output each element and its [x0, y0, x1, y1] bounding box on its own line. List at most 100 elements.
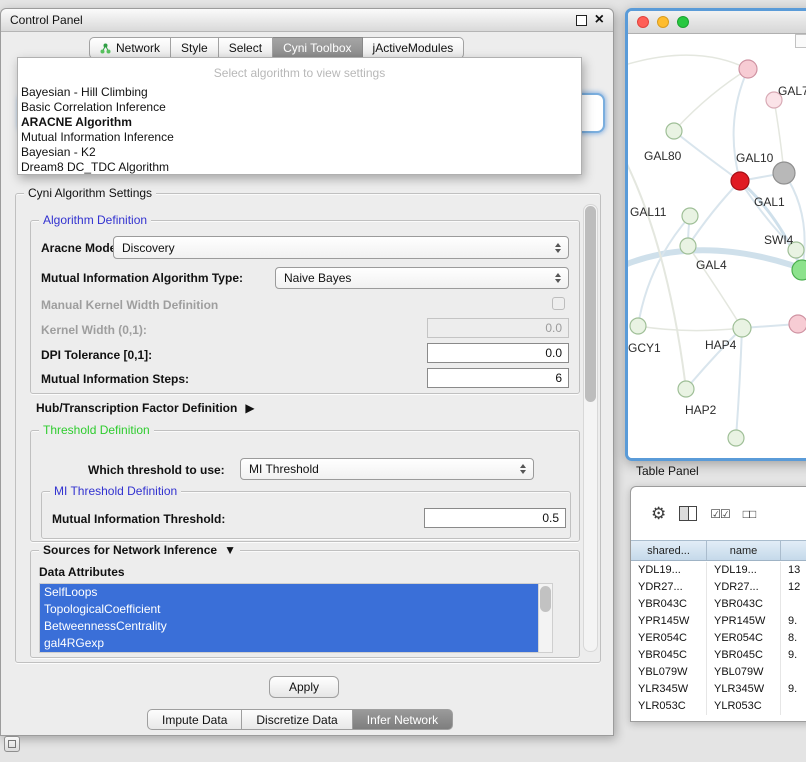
list-item[interactable]: gal4RGexp — [40, 635, 539, 652]
menu-item-dream8-dc-tdc[interactable]: Dream8 DC_TDC Algorithm — [18, 160, 581, 175]
mi-threshold-definition-group: MI Threshold Definition Mutual Informati… — [41, 491, 571, 539]
data-attributes-list[interactable]: SelfLoops TopologicalCoefficient Between… — [39, 583, 553, 653]
table-cell: YER054C — [631, 630, 707, 647]
table-row[interactable]: YER054CYER054C8. — [631, 630, 806, 647]
network-node[interactable] — [678, 381, 694, 397]
combo-value: Discovery — [122, 241, 175, 255]
table-toolbar: ⚙ ☑☑ □□ — [631, 487, 806, 540]
kernel-width-label: Kernel Width (0,1): — [41, 323, 147, 337]
network-node[interactable] — [731, 172, 749, 190]
column-header-name[interactable]: name — [707, 541, 781, 560]
close-traffic-light[interactable] — [637, 16, 649, 28]
table-row[interactable]: YLR345WYLR345W9. — [631, 681, 806, 698]
table-cell: YLR345W — [631, 681, 707, 698]
table-row[interactable]: YBR045CYBR045C9. — [631, 647, 806, 664]
deselect-all-icon[interactable]: □□ — [743, 507, 756, 521]
table-row[interactable]: YDL19...YDL19...13 — [631, 562, 806, 579]
data-attributes-label: Data Attributes — [39, 565, 125, 579]
hub-section-toggle[interactable]: Hub/Transcription Factor Definition ▶ — [36, 401, 255, 415]
sources-section-toggle[interactable]: Sources for Network Inference ▼ — [39, 543, 240, 558]
list-scrollbar-thumb[interactable] — [540, 586, 551, 612]
list-item[interactable]: SelfLoops — [40, 584, 539, 601]
list-item[interactable]: TopologicalCoefficient — [40, 601, 539, 618]
menu-item-bayesian-k2[interactable]: Bayesian - K2 — [18, 145, 581, 160]
tab-cyni-toolbox[interactable]: Cyni Toolbox — [273, 37, 362, 59]
control-panel-titlebar[interactable]: Control Panel × — [1, 9, 613, 32]
control-panel-tabs: Network Style Select Cyni Toolbox jActiv… — [89, 37, 464, 59]
network-node[interactable] — [680, 238, 696, 254]
tab-select[interactable]: Select — [219, 37, 273, 59]
column-header-extra[interactable] — [781, 541, 806, 560]
network-node[interactable] — [733, 319, 751, 337]
table-settings-gear-icon[interactable]: ⚙ — [651, 505, 666, 522]
tab-jactivemodules[interactable]: jActiveModules — [363, 37, 465, 59]
minimized-panel-icon[interactable] — [4, 736, 20, 752]
tab-impute-data[interactable]: Impute Data — [147, 709, 242, 730]
dpi-tolerance-field[interactable]: 0.0 — [427, 343, 569, 363]
network-node[interactable] — [666, 123, 682, 139]
tab-label: Select — [229, 41, 262, 55]
network-edge[interactable] — [638, 326, 742, 331]
table-row[interactable]: YPR145WYPR145W9. — [631, 613, 806, 630]
network-edge[interactable] — [628, 55, 748, 69]
table-row[interactable]: YDR27...YDR27...12 — [631, 579, 806, 596]
settings-scrollbar-thumb[interactable] — [585, 206, 596, 402]
column-header-shared-name[interactable]: shared... — [631, 541, 707, 560]
network-edge[interactable] — [736, 328, 742, 438]
tab-discretize-data[interactable]: Discretize Data — [242, 709, 352, 730]
window-title: Control Panel — [10, 13, 83, 27]
select-all-icon[interactable]: ☑☑ — [710, 507, 730, 521]
mi-algorithm-type-combo[interactable]: Naive Bayes — [275, 267, 569, 289]
node-label: HAP2 — [685, 403, 717, 417]
list-scrollbar[interactable] — [538, 584, 552, 652]
column-chooser-icon[interactable] — [679, 506, 697, 521]
network-node[interactable] — [792, 260, 806, 280]
table-row[interactable]: YBL079WYBL079W — [631, 664, 806, 681]
tab-style[interactable]: Style — [171, 37, 219, 59]
combo-value: Naive Bayes — [284, 271, 351, 285]
minimize-traffic-light[interactable] — [657, 16, 669, 28]
which-threshold-label: Which threshold to use: — [88, 463, 225, 477]
apply-button[interactable]: Apply — [269, 676, 339, 698]
table-cell: YBR045C — [707, 647, 781, 664]
mi-steps-field[interactable]: 6 — [427, 368, 569, 388]
menu-item-bayesian-hill-climbing[interactable]: Bayesian - Hill Climbing — [18, 85, 581, 100]
tab-infer-network[interactable]: Infer Network — [353, 709, 453, 730]
network-scrollbar[interactable] — [795, 34, 806, 48]
list-item[interactable]: BetweennessCentrality — [40, 618, 539, 635]
table-row[interactable]: YBR043CYBR043C — [631, 596, 806, 613]
mi-threshold-field[interactable]: 0.5 — [424, 508, 566, 528]
network-edge[interactable] — [674, 131, 740, 181]
table-cell: 8. — [781, 630, 806, 647]
table-header: shared... name — [631, 540, 806, 561]
network-node[interactable] — [789, 315, 806, 333]
float-window-icon[interactable] — [576, 15, 587, 26]
table-cell: 12 — [781, 579, 806, 596]
network-node[interactable] — [630, 318, 646, 334]
menu-item-aracne-algorithm[interactable]: ARACNE Algorithm — [18, 115, 581, 130]
menu-item-basic-correlation-inference[interactable]: Basic Correlation Inference — [18, 100, 581, 115]
network-tab-icon — [100, 43, 111, 54]
menu-item-mutual-information-inference[interactable]: Mutual Information Inference — [18, 130, 581, 145]
network-node[interactable] — [773, 162, 795, 184]
network-view-window: GAL7GAL80GAL10GAL1GAL11SWI4GAL4GCY1HAP4H… — [625, 8, 806, 461]
network-node[interactable] — [728, 430, 744, 446]
sources-group: Sources for Network Inference ▼ Data Att… — [30, 550, 580, 658]
zoom-traffic-light[interactable] — [677, 16, 689, 28]
aracne-mode-combo[interactable]: Discovery — [113, 236, 569, 259]
network-canvas[interactable]: GAL7GAL80GAL10GAL1GAL11SWI4GAL4GCY1HAP4H… — [628, 34, 806, 458]
tab-network[interactable]: Network — [89, 37, 171, 59]
settings-scrollbar[interactable] — [583, 204, 598, 652]
which-threshold-combo[interactable]: MI Threshold — [240, 458, 534, 480]
node-label: GAL1 — [754, 195, 785, 209]
network-node[interactable] — [739, 60, 757, 78]
close-window-icon[interactable]: × — [595, 15, 604, 25]
group-title: Threshold Definition — [39, 423, 154, 438]
node-label: GAL7 — [778, 84, 806, 98]
network-node[interactable] — [682, 208, 698, 224]
table-row[interactable]: YLR053CYLR053C — [631, 698, 806, 715]
network-window-titlebar[interactable] — [628, 11, 806, 34]
group-title: MI Threshold Definition — [50, 484, 181, 499]
table-cell — [781, 596, 806, 613]
table-cell: 9. — [781, 613, 806, 630]
